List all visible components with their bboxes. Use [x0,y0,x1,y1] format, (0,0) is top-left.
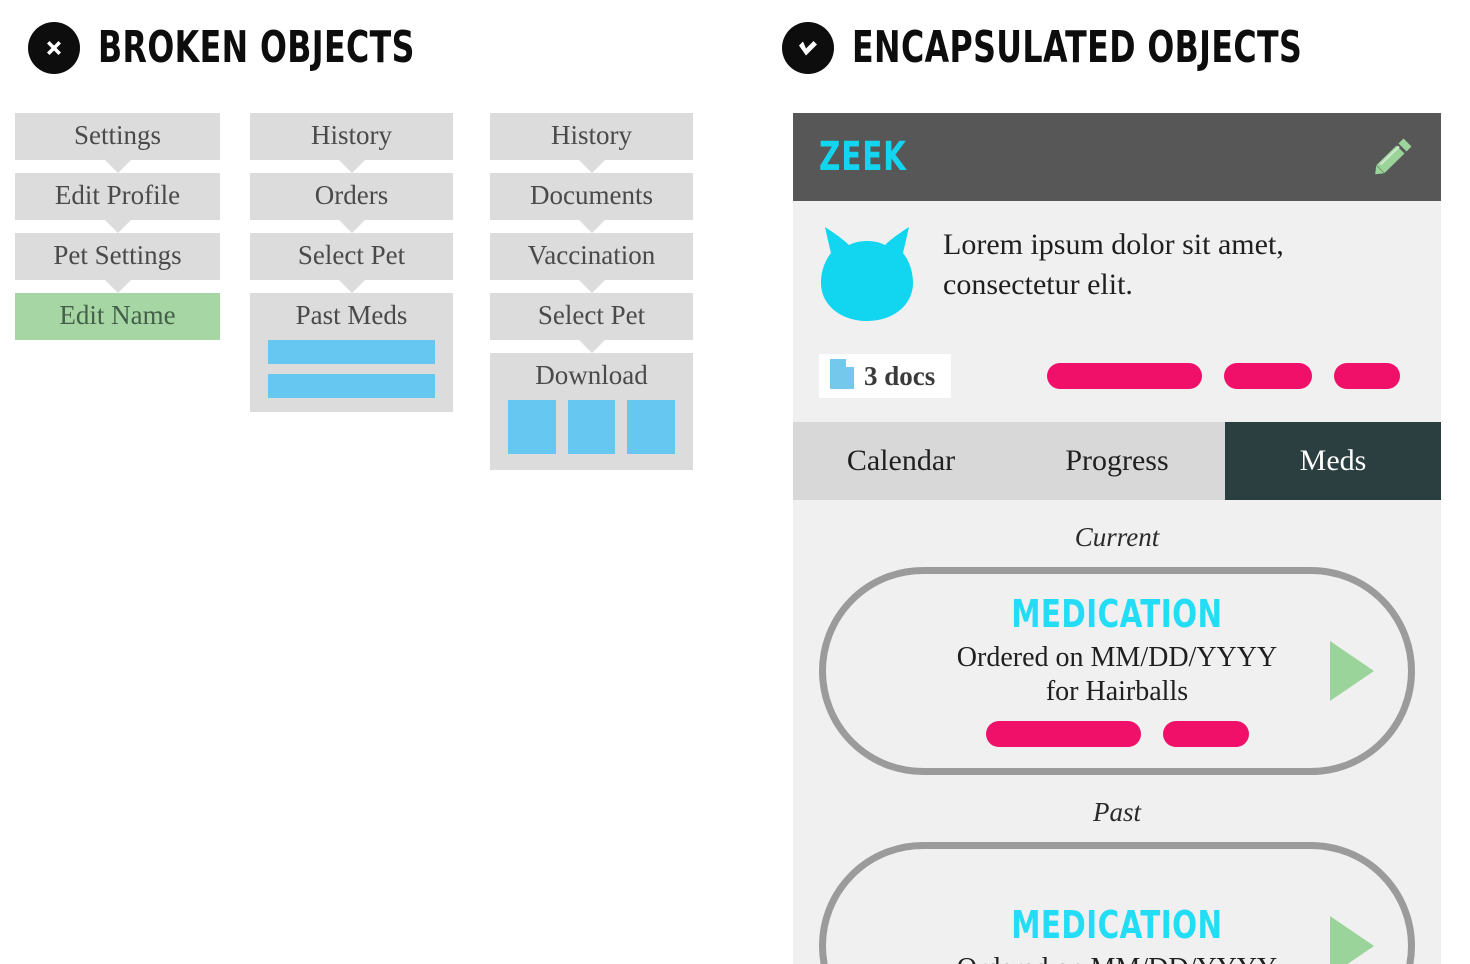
cat-head-icon [819,223,915,328]
medication-card[interactable]: MEDICATION Ordered on MM/DD/YYYY for Hai… [819,567,1415,775]
x-circle-icon [28,22,80,74]
chain-step[interactable]: Orders [250,173,453,233]
tag-pill [1162,720,1249,747]
chain-step-label: Documents [530,180,653,210]
chain-step-label: Pet Settings [53,240,182,270]
profile-description: Lorem ipsum dolor sit amet, consectetur … [943,228,1284,301]
tag-pill [1334,363,1401,389]
chain-step-label: Past Meds [295,300,408,330]
chain-step-label: Edit Name [59,300,176,330]
settings-chain: Settings Edit Profile Pet Settings Edit … [15,113,220,340]
placeholder-bar [268,340,435,364]
chain-step-label: Select Pet [297,240,406,270]
broken-objects-title: BROKEN OBJECTS [98,22,415,73]
section-label-past: Past [1092,797,1141,827]
encapsulated-objects-title: ENCAPSULATED OBJECTS [852,22,1303,73]
medication-tag-row [985,720,1249,747]
check-circle-icon [782,22,834,74]
placeholder-square [627,400,676,454]
chain-step[interactable]: Settings [15,113,220,173]
tab-calendar[interactable]: Calendar [793,422,1009,500]
chain-step-highlighted[interactable]: Edit Name [15,293,220,340]
current-meds-section: Current MEDICATION Ordered on MM/DD/YYYY… [793,522,1441,775]
download-placeholder-squares [490,400,693,470]
list-placeholder-bars [250,340,453,412]
chain-step[interactable]: Edit Profile [15,173,220,233]
tag-row [1047,363,1401,389]
placeholder-bar [268,374,435,398]
pet-name-title: ZEEK [819,134,907,180]
documents-chain: History Documents Vaccination Select Pet… [490,113,693,470]
section-label-current: Current [1074,522,1160,552]
chain-step-terminal[interactable]: Download [490,353,693,470]
medication-title: MEDICATION [1011,592,1223,637]
document-icon [829,358,855,395]
chain-step[interactable]: Select Pet [490,293,693,353]
play-arrow-icon[interactable] [1330,641,1374,701]
placeholder-square [508,400,556,454]
tab-bar: Calendar Progress Meds [793,422,1441,500]
encapsulated-objects-heading: ENCAPSULATED OBJECTS [782,22,1415,74]
medication-detail-line1: Ordered on MM/DD/YYYY [956,642,1278,674]
chain-step-label: Download [535,360,648,390]
pet-profile-panel: ZEEK Lorem ipsum dolor sit amet, consect… [793,113,1441,964]
chain-step-label: History [311,120,392,150]
chain-step-label: Vaccination [527,240,656,270]
orders-chain: History Orders Select Pet Past Meds [250,113,453,412]
play-arrow-icon[interactable] [1330,916,1374,964]
profile-row: Lorem ipsum dolor sit amet, consectetur … [819,219,1415,328]
tag-pill [1047,363,1203,389]
broken-objects-heading: BROKEN OBJECTS [28,22,494,74]
tag-pill [985,720,1141,747]
medication-detail-line2: for Hairballs [1045,676,1189,707]
chain-step-label: Orders [314,180,389,210]
chain-step[interactable]: History [250,113,453,173]
chain-step-label: Select Pet [537,300,646,330]
chain-step[interactable]: Documents [490,173,693,233]
docs-count-label: 3 docs [864,360,936,391]
tab-progress[interactable]: Progress [1009,422,1225,500]
medication-title: MEDICATION [1011,903,1223,948]
chain-step-terminal[interactable]: Past Meds [250,293,453,412]
chain-step[interactable]: Vaccination [490,233,693,293]
meta-row: 3 docs [819,354,1415,398]
tag-pill [1224,363,1313,389]
past-meds-section: Past MEDICATION Ordered on MM/DD/YYYY [793,797,1441,964]
chain-step[interactable]: Pet Settings [15,233,220,293]
chain-step-label: History [551,120,632,150]
panel-header: ZEEK [793,113,1441,201]
docs-chip[interactable]: 3 docs [819,354,952,398]
chain-step-label: Settings [73,120,161,150]
chain-step-label: Edit Profile [54,180,181,210]
medication-detail-line1: Ordered on MM/DD/YYYY [957,952,1277,964]
tab-meds[interactable]: Meds [1225,422,1441,500]
chain-step[interactable]: History [490,113,693,173]
pencil-icon[interactable] [1367,129,1419,186]
panel-body: Lorem ipsum dolor sit amet, consectetur … [793,201,1441,398]
placeholder-square [567,400,616,454]
chain-step[interactable]: Select Pet [250,233,453,293]
medication-card[interactable]: MEDICATION Ordered on MM/DD/YYYY [819,842,1415,964]
